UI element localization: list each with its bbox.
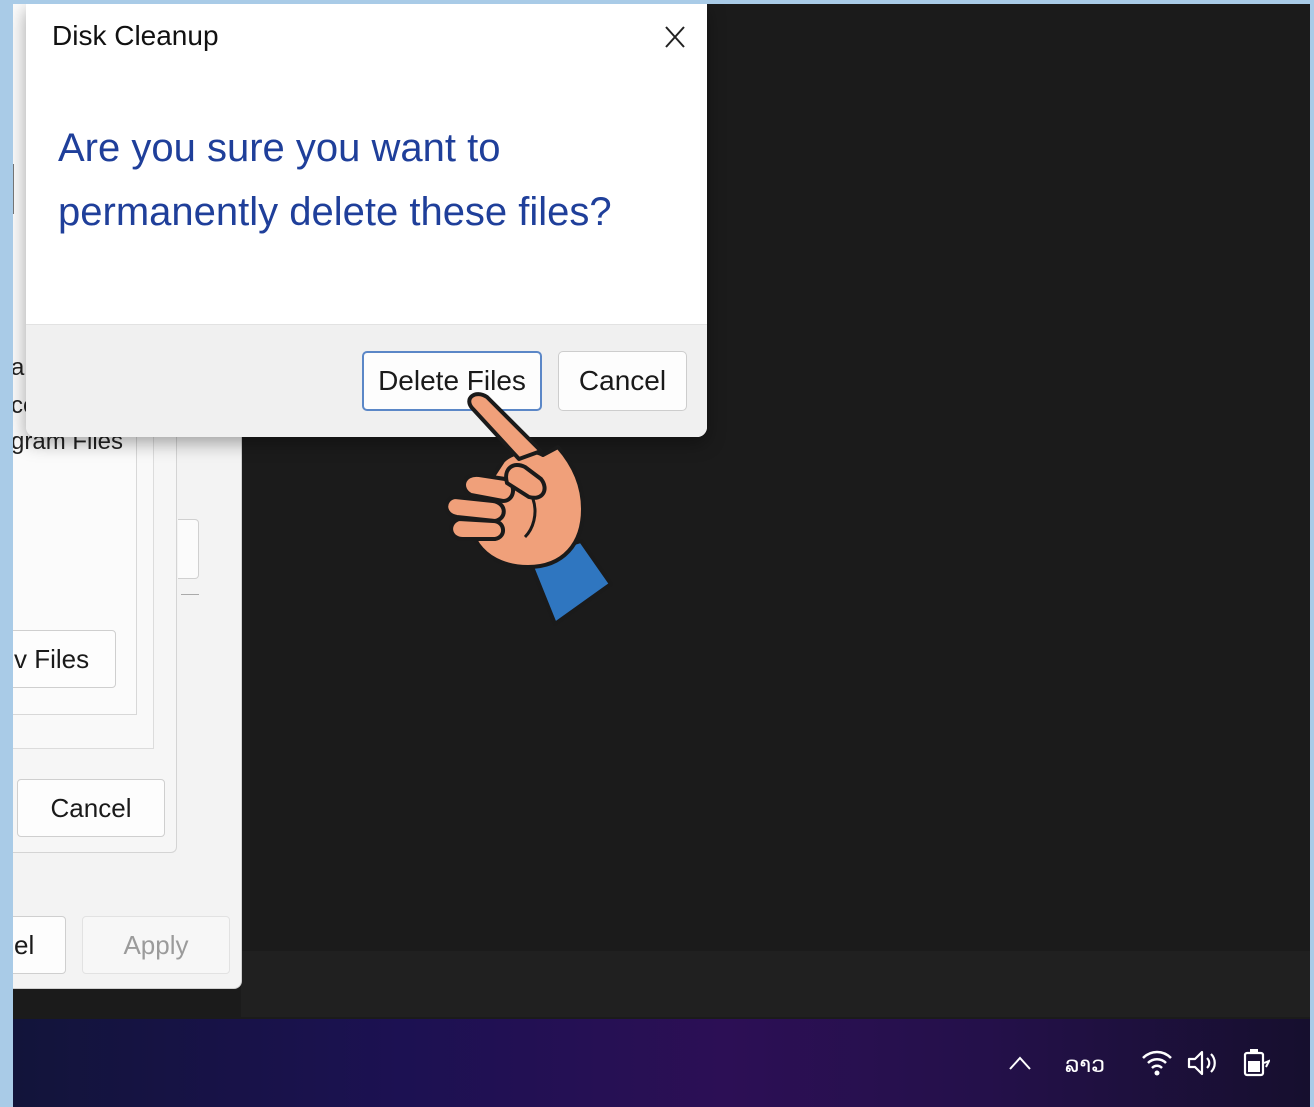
background-ok-label: el (14, 929, 35, 960)
taskbar: ລາວ (13, 1019, 1310, 1107)
volume-button[interactable] (1183, 1043, 1223, 1083)
wifi-icon (1142, 1050, 1172, 1076)
background-cancel-button[interactable]: Cancel (17, 779, 165, 837)
background-ok-button[interactable]: el (13, 916, 66, 974)
pointing-hand-icon (444, 392, 613, 626)
close-button[interactable] (654, 16, 696, 58)
disk-cleanup-dialog: Disk Cleanup Are you sure you want to pe… (26, 4, 707, 437)
background-text-fragment-1: a (13, 354, 24, 382)
background-strip (241, 951, 1310, 1017)
wifi-button[interactable] (1138, 1043, 1176, 1083)
view-files-button[interactable]: v Files (13, 630, 116, 688)
dialog-title: Disk Cleanup (52, 20, 219, 51)
apply-label: Apply (123, 929, 189, 960)
background-cancel-label: Cancel (50, 792, 132, 823)
desktop-screen: a ce gram Files v Files Cancel el Apply … (13, 4, 1310, 1107)
background-divider (181, 594, 199, 595)
apply-button[interactable]: Apply (82, 916, 230, 974)
close-icon (665, 26, 685, 48)
language-indicator[interactable]: ລາວ (1055, 1045, 1115, 1085)
background-scroll-control[interactable] (178, 519, 199, 579)
confirmation-question: Are you sure you want to permanently del… (58, 126, 612, 234)
view-files-label: v Files (14, 643, 90, 674)
show-hidden-icons-button[interactable] (1005, 1043, 1035, 1083)
battery-icon (1243, 1049, 1270, 1077)
battery-button[interactable] (1235, 1043, 1275, 1083)
background-side-mark (13, 164, 20, 214)
speaker-icon (1187, 1050, 1216, 1076)
chevron-up-icon (1009, 1056, 1031, 1070)
